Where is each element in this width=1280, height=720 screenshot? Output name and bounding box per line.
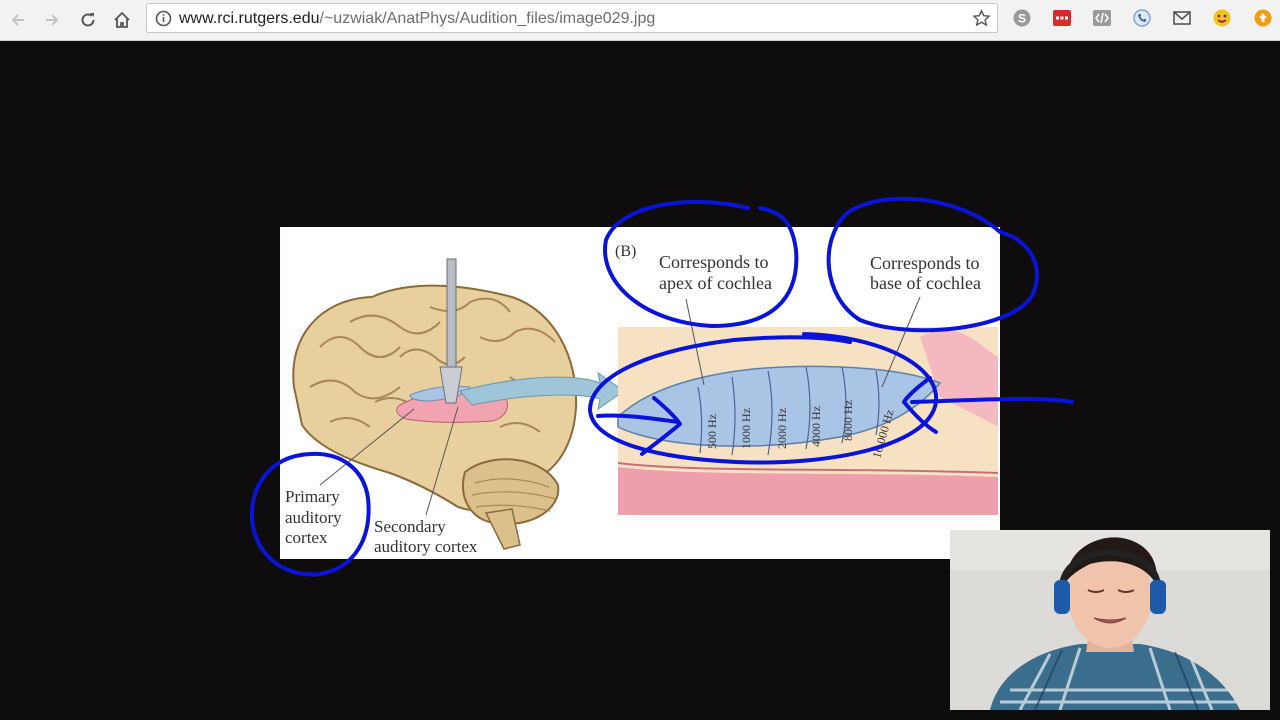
auditory-figure: 500 Hz 1000 Hz 2000 Hz 4000 Hz 8000 Hz 1… [285, 243, 999, 556]
presenter-video [950, 530, 1270, 710]
home-icon [114, 11, 130, 28]
url-path: /~uzwiak/AnatPhys/Audition_files/image02… [319, 10, 656, 27]
phone-extension-icon[interactable] [1131, 7, 1153, 29]
brain-illustration [292, 258, 625, 550]
apex-label-line2: apex of cochlea [659, 273, 772, 293]
webcam-overlay [950, 530, 1270, 710]
freq-4000: 4000 Hz [809, 406, 823, 447]
emoji-extension-icon[interactable] [1211, 7, 1233, 29]
cochlea-panel: 500 Hz 1000 Hz 2000 Hz 4000 Hz 8000 Hz 1… [617, 296, 999, 515]
freq-2000: 2000 Hz [775, 408, 789, 449]
forward-arrow-icon [46, 14, 59, 26]
update-extension-icon[interactable] [1252, 7, 1274, 29]
apex-label-line1: Corresponds to [659, 252, 769, 272]
panel-label: (B) [615, 243, 636, 260]
freq-500: 500 Hz [705, 414, 719, 449]
secondary-label-line2: auditory cortex [374, 537, 478, 556]
browser-toolbar: www.rci.rutgers.edu/~uzwiak/AnatPhys/Aud… [0, 0, 1280, 41]
reload-button[interactable] [74, 6, 102, 34]
secondary-label-line1: Secondary [374, 517, 446, 536]
reload-icon [81, 13, 95, 27]
red-extension-icon[interactable] [1051, 7, 1073, 29]
freq-8000: 8000 Hz [841, 400, 855, 441]
address-bar[interactable]: www.rci.rutgers.edu/~uzwiak/AnatPhys/Aud… [146, 3, 998, 33]
url-text[interactable]: www.rci.rutgers.edu/~uzwiak/AnatPhys/Aud… [179, 10, 655, 28]
home-button[interactable] [108, 6, 136, 34]
url-host: www.rci.rutgers.edu [179, 10, 320, 27]
back-arrow-icon [11, 14, 24, 26]
forward-button[interactable] [38, 6, 66, 34]
base-label-line2: base of cochlea [870, 273, 981, 293]
base-label-line1: Corresponds to [870, 253, 980, 273]
mail-extension-icon[interactable] [1171, 7, 1193, 29]
bookmark-star-icon[interactable] [972, 9, 991, 28]
code-extension-icon[interactable] [1091, 7, 1113, 29]
back-button[interactable] [4, 6, 32, 34]
skype-extension-icon[interactable]: S [1011, 7, 1033, 29]
primary-label-line1: Primary [285, 487, 340, 506]
freq-1000: 1000 Hz [739, 408, 753, 449]
svg-text:S: S [1018, 12, 1026, 26]
info-icon[interactable] [155, 10, 172, 27]
figure-image: 500 Hz 1000 Hz 2000 Hz 4000 Hz 8000 Hz 1… [280, 227, 1000, 559]
primary-label-line3: cortex [285, 528, 328, 547]
primary-label-line2: auditory [285, 508, 342, 527]
